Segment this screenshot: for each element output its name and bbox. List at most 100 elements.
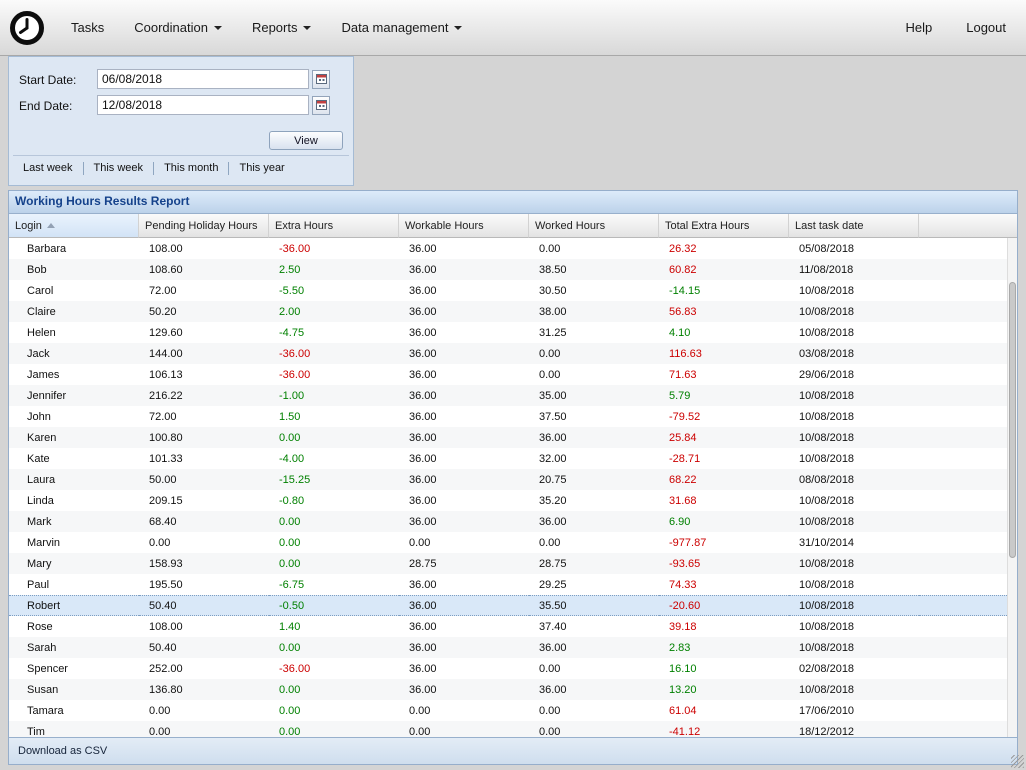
table-row[interactable]: Karen 100.80 0.00 36.00 36.00 25.84 10/08/2018: [9, 427, 1017, 448]
menu-item-data-management[interactable]: Data management: [341, 20, 463, 35]
table-row[interactable]: Barbara 108.00 -36.00 36.00 0.00 26.32 05/08/2…: [9, 238, 1017, 259]
cell-filler: [919, 469, 1017, 490]
cell-worked-hours: 38.50: [529, 259, 659, 280]
end-date-input[interactable]: [97, 95, 309, 115]
cell-login: Jack: [9, 343, 139, 364]
column-header-total-extra-hours[interactable]: Total Extra Hours: [659, 214, 789, 238]
cell-extra-hours: 2.50: [269, 259, 399, 280]
resize-grip-icon[interactable]: [1011, 755, 1024, 768]
cell-last-task-date: 10/08/2018: [789, 385, 919, 406]
column-header-login[interactable]: Login: [9, 214, 139, 238]
cell-filler: [919, 700, 1017, 721]
end-date-label: End Date:: [19, 99, 73, 113]
cell-pending-holiday-hours: 100.80: [139, 427, 269, 448]
table-row[interactable]: Mary 158.93 0.00 28.75 28.75 -93.65 10/08/2018: [9, 553, 1017, 574]
menu-item-label: Coordination: [134, 20, 208, 35]
cell-worked-hours: 0.00: [529, 700, 659, 721]
cell-worked-hours: 35.20: [529, 490, 659, 511]
scrollbar-thumb[interactable]: [1009, 282, 1016, 558]
cell-worked-hours: 20.75: [529, 469, 659, 490]
cell-last-task-date: 10/08/2018: [789, 553, 919, 574]
table-row[interactable]: Carol 72.00 -5.50 36.00 30.50 -14.15 10/08/201…: [9, 280, 1017, 301]
table-row[interactable]: Claire 50.20 2.00 36.00 38.00 56.83 10/08/2018: [9, 301, 1017, 322]
cell-worked-hours: 0.00: [529, 343, 659, 364]
menu-item-help[interactable]: Help: [905, 20, 932, 35]
cell-last-task-date: 10/08/2018: [789, 322, 919, 343]
cell-pending-holiday-hours: 195.50: [139, 574, 269, 595]
cell-login: Marvin: [9, 532, 139, 553]
table-row[interactable]: Helen 129.60 -4.75 36.00 31.25 4.10 10/08/2018: [9, 322, 1017, 343]
table-row[interactable]: Robert 50.40 -0.50 36.00 35.50 -20.60 10/08/20…: [9, 595, 1017, 616]
table-row[interactable]: Laura 50.00 -15.25 36.00 20.75 68.22 08/08/201…: [9, 469, 1017, 490]
cell-login: Barbara: [9, 238, 139, 259]
quick-link-last-week[interactable]: Last week: [13, 162, 83, 175]
quick-link-this-week[interactable]: This week: [82, 162, 154, 175]
cell-pending-holiday-hours: 50.40: [139, 637, 269, 658]
table-row[interactable]: Linda 209.15 -0.80 36.00 35.20 31.68 10/08/201…: [9, 490, 1017, 511]
column-header-label: Worked Hours: [535, 219, 606, 232]
cell-login: Mary: [9, 553, 139, 574]
table-row[interactable]: Tim 0.00 0.00 0.00 0.00 -41.12 18/12/2012: [9, 721, 1017, 737]
download-csv-link[interactable]: Download as CSV: [18, 745, 107, 757]
table-row[interactable]: Marvin 0.00 0.00 0.00 0.00 -977.87 31/10/2014: [9, 532, 1017, 553]
cell-last-task-date: 10/08/2018: [789, 679, 919, 700]
table-row[interactable]: Mark 68.40 0.00 36.00 36.00 6.90 10/08/2018: [9, 511, 1017, 532]
view-button[interactable]: View: [269, 131, 343, 150]
cell-total-extra-hours: 25.84: [659, 427, 789, 448]
table-row[interactable]: Spencer 252.00 -36.00 36.00 0.00 16.10 02/08/2…: [9, 658, 1017, 679]
cell-login: James: [9, 364, 139, 385]
cell-total-extra-hours: 61.04: [659, 700, 789, 721]
cell-total-extra-hours: 60.82: [659, 259, 789, 280]
column-header-workable-hours[interactable]: Workable Hours: [399, 214, 529, 238]
table-row[interactable]: Jennifer 216.22 -1.00 36.00 35.00 5.79 10/08/2…: [9, 385, 1017, 406]
start-date-calendar-button[interactable]: [312, 70, 330, 89]
app-logo-clock-icon[interactable]: [9, 10, 45, 46]
start-date-input[interactable]: [97, 69, 309, 89]
cell-worked-hours: 28.75: [529, 553, 659, 574]
cell-extra-hours: 0.00: [269, 511, 399, 532]
column-header-label: Login: [15, 219, 42, 232]
cell-total-extra-hours: 56.83: [659, 301, 789, 322]
table-row[interactable]: Kate 101.33 -4.00 36.00 32.00 -28.71 10/08/201…: [9, 448, 1017, 469]
quick-link-this-month[interactable]: This month: [153, 162, 228, 175]
menu-item-reports[interactable]: Reports: [252, 20, 312, 35]
table-row[interactable]: John 72.00 1.50 36.00 37.50 -79.52 10/08/2018: [9, 406, 1017, 427]
table-row[interactable]: Tamara 0.00 0.00 0.00 0.00 61.04 17/06/2010: [9, 700, 1017, 721]
cell-pending-holiday-hours: 209.15: [139, 490, 269, 511]
menu-item-logout[interactable]: Logout: [966, 20, 1006, 35]
table-row[interactable]: Paul 195.50 -6.75 36.00 29.25 74.33 10/08/2018: [9, 574, 1017, 595]
table-row[interactable]: Sarah 50.40 0.00 36.00 36.00 2.83 10/08/2018: [9, 637, 1017, 658]
table-row[interactable]: James 106.13 -36.00 36.00 0.00 71.63 29/06/201…: [9, 364, 1017, 385]
report-title: Working Hours Results Report: [9, 191, 1017, 214]
cell-worked-hours: 36.00: [529, 679, 659, 700]
column-header-worked-hours[interactable]: Worked Hours: [529, 214, 659, 238]
cell-pending-holiday-hours: 50.20: [139, 301, 269, 322]
cell-extra-hours: -36.00: [269, 343, 399, 364]
end-date-calendar-button[interactable]: [312, 96, 330, 115]
menu-item-tasks[interactable]: Tasks: [71, 20, 104, 35]
cell-worked-hours: 31.25: [529, 322, 659, 343]
cell-extra-hours: 0.00: [269, 679, 399, 700]
table-row[interactable]: Rose 108.00 1.40 36.00 37.40 39.18 10/08/2018: [9, 616, 1017, 637]
cell-worked-hours: 36.00: [529, 511, 659, 532]
cell-total-extra-hours: 116.63: [659, 343, 789, 364]
cell-worked-hours: 36.00: [529, 427, 659, 448]
table-row[interactable]: Susan 136.80 0.00 36.00 36.00 13.20 10/08/2018: [9, 679, 1017, 700]
quick-link-this-year[interactable]: This year: [228, 162, 294, 175]
table-row[interactable]: Jack 144.00 -36.00 36.00 0.00 116.63 03/08/201…: [9, 343, 1017, 364]
cell-login: Karen: [9, 427, 139, 448]
cell-extra-hours: -15.25: [269, 469, 399, 490]
cell-filler: [919, 574, 1017, 595]
cell-pending-holiday-hours: 108.00: [139, 238, 269, 259]
column-header-extra-hours[interactable]: Extra Hours: [269, 214, 399, 238]
cell-last-task-date: 10/08/2018: [789, 511, 919, 532]
column-header-filler: [919, 214, 1017, 238]
column-header-last-task-date[interactable]: Last task date: [789, 214, 919, 238]
cell-extra-hours: 2.00: [269, 301, 399, 322]
cell-pending-holiday-hours: 0.00: [139, 700, 269, 721]
table-row[interactable]: Bob 108.60 2.50 36.00 38.50 60.82 11/08/2018: [9, 259, 1017, 280]
menu-item-coordination[interactable]: Coordination: [134, 20, 222, 35]
cell-pending-holiday-hours: 144.00: [139, 343, 269, 364]
vertical-scrollbar[interactable]: [1007, 238, 1017, 737]
column-header-pending-holiday-hours[interactable]: Pending Holiday Hours: [139, 214, 269, 238]
